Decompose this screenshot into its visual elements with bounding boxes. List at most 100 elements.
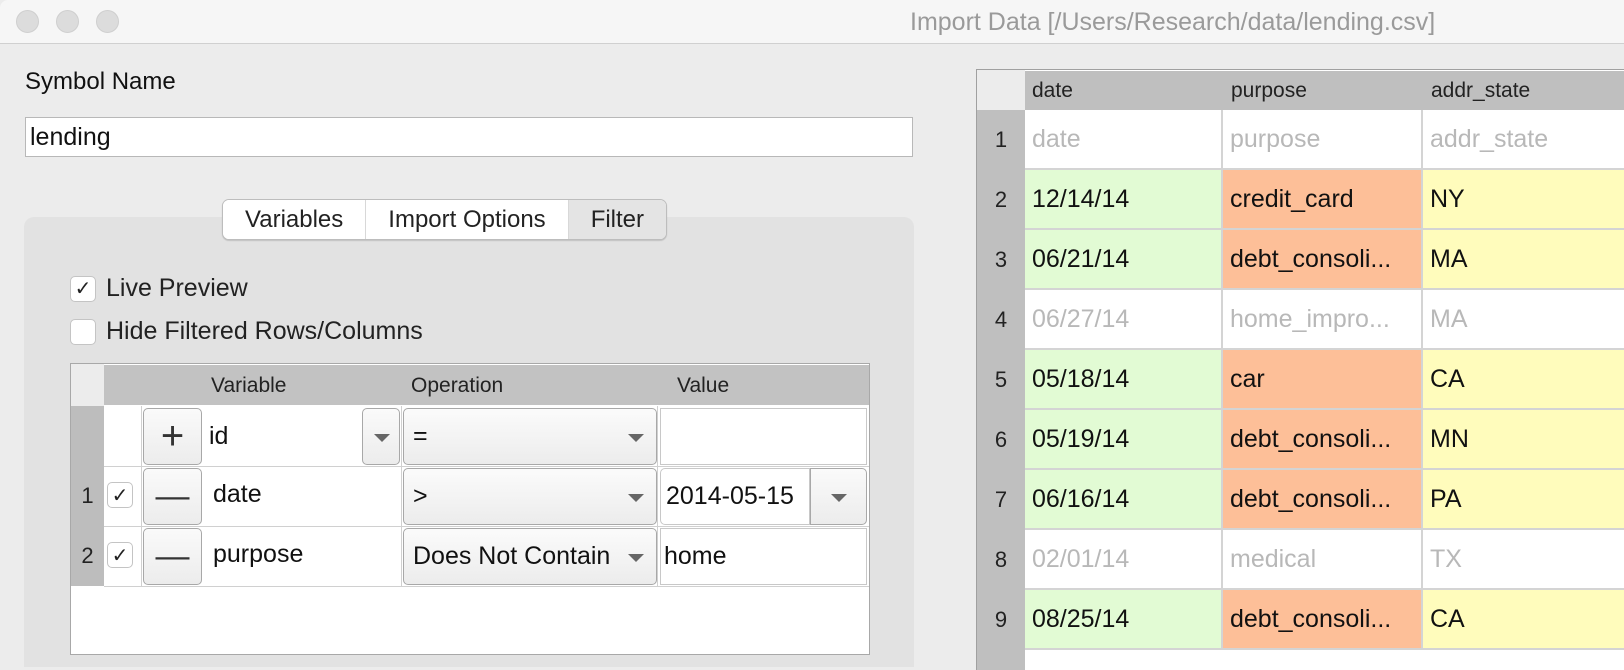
filter-table: Variable Operation Value 1 2 + id = ✓ — …: [70, 363, 870, 655]
chevron-down-icon: [628, 434, 644, 442]
variable-dropdown-button[interactable]: [362, 408, 400, 465]
minus-icon: —: [155, 477, 190, 515]
cell-addr-state: TX: [1423, 530, 1624, 590]
hide-filtered-option[interactable]: Hide Filtered Rows/Columns: [70, 317, 423, 346]
row-header-new: [71, 406, 104, 466]
filter-row-1-variable[interactable]: date: [213, 480, 262, 509]
cell-purpose: debt_consoli...: [1223, 590, 1423, 650]
tab-filter[interactable]: Filter: [568, 200, 667, 239]
cell-date: 06/16/14: [1025, 470, 1223, 530]
column-header-value: Value: [677, 374, 730, 397]
table-row: 06/27/14 home_impro... MA: [1025, 290, 1624, 350]
cell-purpose: car: [1223, 350, 1423, 410]
cell-purpose: debt_consoli...: [1223, 230, 1423, 290]
row-header-5: 5: [994, 367, 1008, 392]
cell-addr-state: addr_state: [1423, 110, 1624, 170]
tab-bar: Variables Import Options Filter: [222, 199, 668, 240]
table-row: 08/25/14 debt_consoli... CA: [1025, 590, 1624, 650]
date-picker-dropdown-button[interactable]: [810, 468, 867, 525]
chevron-down-icon: [374, 434, 390, 442]
column-header-purpose[interactable]: purpose: [1231, 79, 1307, 103]
hide-filtered-checkbox[interactable]: [70, 318, 96, 345]
cell-addr-state: CA: [1423, 590, 1624, 650]
row-header-7: 7: [994, 487, 1008, 512]
live-preview-label: Live Preview: [106, 274, 248, 302]
divider: [104, 526, 869, 527]
table-row: 02/01/14 medical TX: [1025, 530, 1624, 590]
column-header-operation: Operation: [411, 374, 504, 397]
column-header-addr-state[interactable]: addr_state: [1431, 79, 1530, 103]
cell-addr-state: MN: [1423, 410, 1624, 470]
row-header-9: 9: [994, 607, 1008, 632]
filter-row-2-checkbox[interactable]: ✓: [107, 542, 133, 568]
chevron-down-icon: [628, 494, 644, 502]
cell-date: 08/25/14: [1025, 590, 1223, 650]
divider: [657, 406, 658, 586]
new-variable-value[interactable]: id: [209, 422, 228, 451]
chevron-down-icon: [628, 554, 644, 562]
table-row: 06/21/14 debt_consoli... MA: [1025, 230, 1624, 290]
filter-table-corner: [71, 364, 104, 406]
checkmark-icon: ✓: [111, 544, 129, 567]
filter-row-2-value-input[interactable]: home: [660, 528, 867, 585]
cell-date: 06/27/14: [1025, 290, 1223, 350]
data-preview-table: date purpose addr_state 1 date purpose addr…: [976, 69, 1624, 670]
cell-purpose: home_impro...: [1223, 290, 1423, 350]
symbol-name-input[interactable]: lending: [25, 117, 913, 157]
cell-purpose: medical: [1223, 530, 1423, 590]
filter-row-2-variable[interactable]: purpose: [213, 540, 303, 569]
symbol-name-label: Symbol Name: [25, 68, 176, 95]
filter-row-1-checkbox[interactable]: ✓: [107, 482, 133, 508]
close-window-button[interactable]: [16, 10, 39, 33]
checkmark-icon: ✓: [111, 484, 129, 507]
table-row: 05/19/14 debt_consoli... MN: [1025, 410, 1624, 470]
cell-purpose: purpose: [1223, 110, 1423, 170]
cell-date: 05/19/14: [1025, 410, 1223, 470]
row-header-1: 1: [71, 466, 104, 526]
cell-addr-state: MA: [1423, 290, 1624, 350]
cell-addr-state: CA: [1423, 350, 1624, 410]
row-header-3: 3: [994, 247, 1008, 272]
live-preview-option[interactable]: ✓ Live Preview: [70, 274, 248, 303]
remove-filter-2-button[interactable]: —: [143, 528, 202, 585]
cell-purpose: debt_consoli...: [1223, 470, 1423, 530]
chevron-down-icon: [831, 494, 847, 502]
cell-addr-state: NY: [1423, 170, 1624, 230]
table-row: date purpose addr_state: [1025, 110, 1624, 170]
cell-date: 12/14/14: [1025, 170, 1223, 230]
divider: [141, 406, 142, 586]
tab-variables[interactable]: Variables: [223, 200, 367, 239]
filter-table-header: Variable Operation Value: [104, 365, 869, 405]
minus-icon: —: [155, 537, 190, 575]
row-header-1: 1: [994, 127, 1008, 152]
hide-filtered-label: Hide Filtered Rows/Columns: [106, 317, 423, 345]
table-row: 12/14/14 credit_card NY: [1025, 170, 1624, 230]
filter-row-1-value-input[interactable]: 2014-05-15: [660, 468, 810, 525]
tab-import-options[interactable]: Import Options: [366, 200, 569, 239]
title-bar: Import Data [/Users/Research/data/lendin…: [0, 0, 1624, 44]
add-filter-button[interactable]: +: [143, 408, 202, 465]
zoom-window-button[interactable]: [96, 10, 119, 33]
divider: [401, 406, 402, 586]
cell-date: date: [1025, 110, 1223, 170]
live-preview-checkbox[interactable]: ✓: [70, 275, 96, 302]
new-operation-select[interactable]: =: [403, 408, 657, 465]
row-header-4: 4: [994, 307, 1008, 332]
row-header-2: 2: [994, 187, 1008, 212]
new-operation-value: =: [413, 422, 428, 450]
preview-table-header: date purpose addr_state: [1025, 71, 1624, 110]
filter-row-1-operation: >: [413, 482, 428, 510]
cell-purpose: credit_card: [1223, 170, 1423, 230]
filter-row-2-operation-select[interactable]: Does Not Contain: [403, 528, 657, 585]
table-row: 06/16/14 debt_consoli... PA: [1025, 470, 1624, 530]
remove-filter-1-button[interactable]: —: [143, 468, 202, 525]
column-header-date[interactable]: date: [1032, 79, 1073, 103]
minimize-window-button[interactable]: [56, 10, 79, 33]
filter-row-1-operation-select[interactable]: >: [403, 468, 657, 525]
filter-row-2-operation: Does Not Contain: [413, 542, 611, 570]
row-header-2: 2: [71, 526, 104, 586]
new-value-input[interactable]: [660, 408, 867, 465]
window-title: Import Data [/Users/Research/data/lendin…: [910, 8, 1436, 36]
cell-date: 05/18/14: [1025, 350, 1223, 410]
row-header-6: 6: [994, 427, 1008, 452]
